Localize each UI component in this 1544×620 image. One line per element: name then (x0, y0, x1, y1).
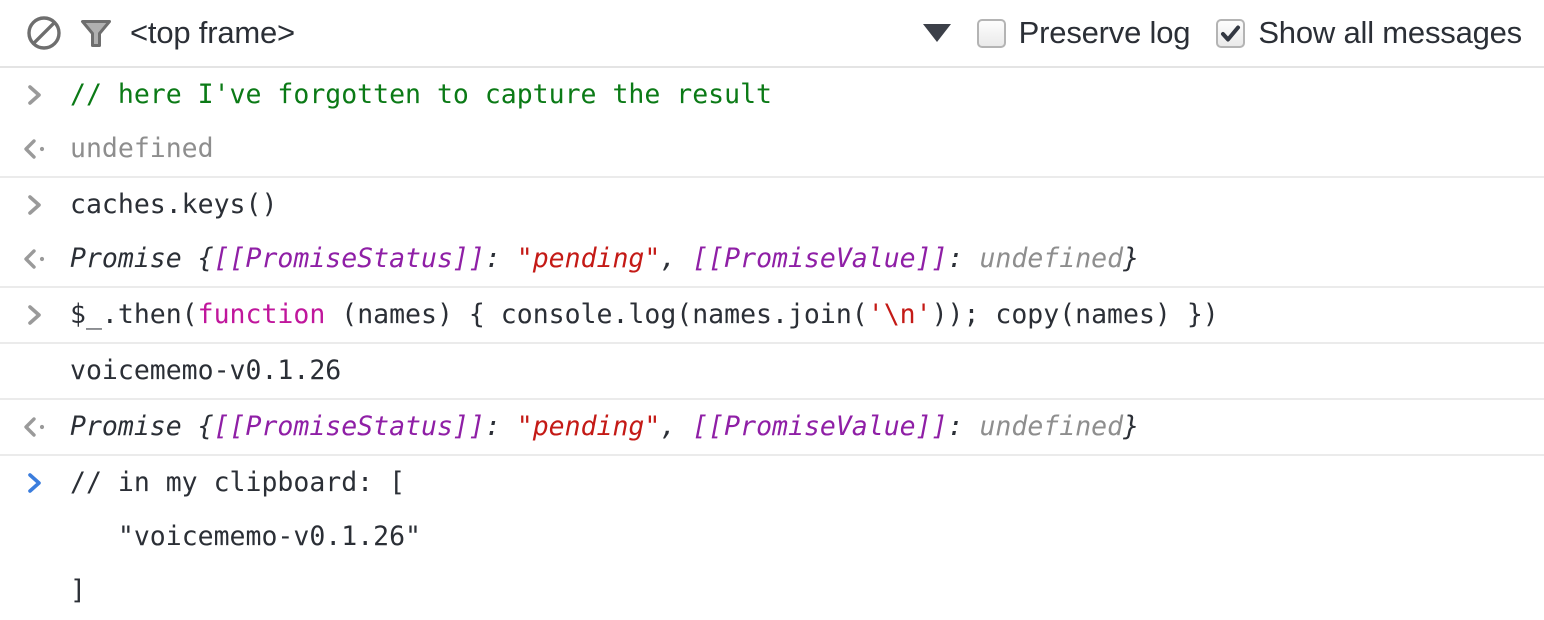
log-gutter-empty (22, 344, 70, 398)
prompt-input-icon (22, 178, 70, 232)
console-log-row: // in my clipboard: [ "voicememo-v0.1.26… (0, 456, 1544, 618)
code-token: )); copy(names) }) (931, 299, 1219, 330)
result-arrow-icon (22, 400, 70, 454)
code-token: [[PromiseStatus]] (213, 411, 485, 442)
code-token: [[PromiseValue]] (692, 411, 948, 442)
console-log-entry[interactable]: Promise {[[PromiseStatus]]: "pending", [… (0, 400, 1544, 456)
code-token: undefined (70, 133, 214, 164)
code-token: Promise { (70, 411, 214, 442)
code-token: undefined (979, 243, 1124, 274)
console-log-entry[interactable]: // in my clipboard: [ "voicememo-v0.1.26… (0, 456, 1544, 618)
code-token: "pending" (516, 411, 661, 442)
console-log-row: // here I've forgotten to capture the re… (0, 68, 1544, 122)
console-log-row: caches.keys() (0, 178, 1544, 232)
console-log-text: caches.keys() (70, 178, 1544, 232)
console-log-text: Promise {[[PromiseStatus]]: "pending", [… (70, 232, 1544, 286)
code-token: , (660, 243, 693, 274)
code-token: undefined (979, 411, 1124, 442)
prompt-input-icon (22, 456, 70, 510)
show-all-messages-checkbox[interactable]: Show all messages (1216, 15, 1522, 51)
console-log-text: Promise {[[PromiseStatus]]: "pending", [… (70, 400, 1544, 454)
code-token: caches.keys() (70, 189, 278, 220)
code-token: } (1123, 243, 1140, 274)
prompt-input-icon (22, 68, 70, 122)
code-token: Promise { (70, 243, 214, 274)
result-arrow-icon (22, 122, 70, 176)
console-log-area[interactable]: // here I've forgotten to capture the re… (0, 68, 1544, 618)
result-arrow-icon (22, 232, 70, 286)
console-log-row: Promise {[[PromiseStatus]]: "pending", [… (0, 232, 1544, 286)
console-log-row: voicememo-v0.1.26 (0, 344, 1544, 398)
code-token: : (947, 243, 980, 274)
code-token: // here I've forgotten to capture the re… (70, 79, 772, 110)
console-log-entry[interactable]: voicememo-v0.1.26 (0, 344, 1544, 400)
console-log-text: // in my clipboard: [ "voicememo-v0.1.26… (70, 456, 1544, 618)
code-token: // in my clipboard: [ "voicememo-v0.1.26… (70, 467, 422, 606)
console-log-row: Promise {[[PromiseStatus]]: "pending", [… (0, 400, 1544, 454)
console-log-row: undefined (0, 122, 1544, 176)
code-token: function (197, 299, 326, 330)
frame-selector[interactable]: <top frame> (130, 15, 295, 51)
code-token: } (1123, 411, 1140, 442)
console-log-text: undefined (70, 122, 1544, 176)
code-token: : (484, 411, 517, 442)
code-token: $_.then( (70, 299, 198, 330)
console-log-text: $_.then(function (names) { console.log(n… (70, 288, 1544, 342)
prompt-input-icon (22, 288, 70, 342)
filter-funnel-icon (77, 14, 115, 52)
console-toolbar: <top frame> Preserve log Show all messag… (0, 0, 1544, 68)
show-all-messages-label: Show all messages (1258, 15, 1522, 50)
console-log-text: // here I've forgotten to capture the re… (70, 68, 1544, 122)
console-log-text: voicememo-v0.1.26 (70, 344, 1544, 398)
console-log-entry[interactable]: caches.keys() Promise {[[PromiseStatus]]:… (0, 178, 1544, 288)
console-log-entry[interactable]: $_.then(function (names) { console.log(n… (0, 288, 1544, 344)
preserve-log-checkbox-box[interactable] (976, 18, 1006, 48)
code-token: (names) { console.log(names.join( (325, 299, 868, 330)
code-token: "pending" (516, 243, 661, 274)
clear-console-icon (25, 14, 63, 52)
console-log-entry[interactable]: // here I've forgotten to capture the re… (0, 68, 1544, 178)
code-token: [[PromiseValue]] (692, 243, 948, 274)
clear-console-button[interactable] (18, 7, 70, 59)
code-token: '\n' (867, 299, 932, 330)
code-token: voicememo-v0.1.26 (70, 355, 342, 386)
code-token: , (660, 411, 693, 442)
code-token: : (947, 411, 980, 442)
preserve-log-label: Preserve log (1018, 15, 1191, 50)
code-token: : (484, 243, 517, 274)
filter-button[interactable] (70, 7, 122, 59)
chevron-down-icon[interactable] (922, 24, 951, 42)
console-log-row: $_.then(function (names) { console.log(n… (0, 288, 1544, 342)
preserve-log-checkbox[interactable]: Preserve log (976, 15, 1191, 51)
show-all-messages-checkbox-box[interactable] (1216, 18, 1246, 48)
frame-selector-label: <top frame> (130, 15, 295, 50)
code-token: [[PromiseStatus]] (213, 243, 485, 274)
